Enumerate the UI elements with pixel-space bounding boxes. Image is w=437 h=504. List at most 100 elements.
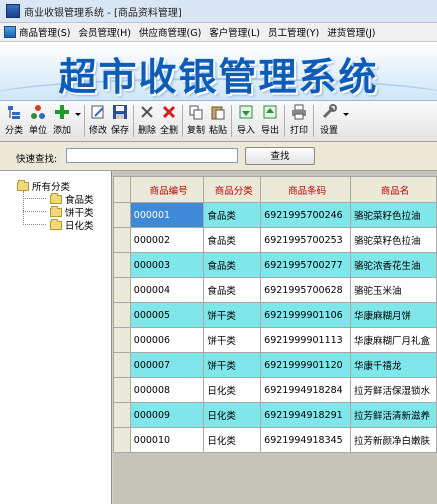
unit-button[interactable]: 单位 [26,101,50,138]
cell-code[interactable]: 000006 [129,327,205,353]
category-button[interactable]: 分类 [2,101,26,138]
table-row[interactable]: 000006 饼干类 6921999901113 华康麻糊厂月礼盒 [113,327,437,353]
cell-name[interactable]: 拉芳鲜活清新滋养 [350,402,437,428]
quick-search-input[interactable] [66,148,238,163]
cell-code[interactable]: 000010 [129,427,205,453]
tree-node-food[interactable]: 食品类 [50,192,94,206]
cell-barcode[interactable]: 6921999901120 [260,352,352,378]
tree-node-all[interactable]: 所有分类 [17,179,70,193]
cell-category[interactable]: 饼干类 [203,327,262,353]
cell-name[interactable]: 华康麻糊月饼 [350,302,437,328]
row-header[interactable] [113,327,131,353]
cell-category[interactable]: 日化类 [203,377,262,403]
tree-node-daily-chemical[interactable]: 日化类 [50,218,94,232]
table-row[interactable]: 000008 日化类 6921994918284 拉芳鲜活保湿锁水 [113,377,437,403]
export-button[interactable]: 导出 [258,101,282,138]
column-header-name[interactable]: 商品名 [350,176,437,203]
cell-name[interactable]: 骆驼菜籽色拉油 [350,202,437,228]
menu-member[interactable]: 会员管理(H) [74,25,135,39]
settings-dropdown-arrow[interactable] [342,101,350,138]
print-button[interactable]: 打印 [287,101,311,138]
cell-name[interactable]: 骆驼玉米油 [350,277,437,303]
table-row[interactable]: 000003 食品类 6921995700277 骆驼浓香花生油 [113,252,437,278]
menu-employee[interactable]: 员工管理(Y) [264,25,323,39]
row-header[interactable] [113,202,131,228]
cell-code[interactable]: 000009 [129,402,205,428]
add-dropdown-arrow[interactable] [74,101,82,138]
import-button[interactable]: 导入 [234,101,258,138]
edit-icon [90,104,106,120]
row-header[interactable] [113,352,131,378]
delete-button[interactable]: 删除 [136,101,158,138]
cell-barcode[interactable]: 6921994918284 [260,377,352,403]
cell-category[interactable]: 日化类 [203,402,262,428]
cell-name[interactable]: 骆驼菜籽色拉油 [350,227,437,253]
cell-category[interactable]: 饼干类 [203,302,262,328]
menu-purchase[interactable]: 进货管理(J) [323,25,379,39]
cell-name[interactable]: 拉芳新颜净白嫩肤 [350,427,437,453]
cell-barcode[interactable]: 6921994918291 [260,402,352,428]
table-row[interactable]: 000001 食品类 6921995700246 骆驼菜籽色拉油 [113,202,437,228]
row-header[interactable] [113,377,131,403]
table-row[interactable]: 000004 食品类 6921995700628 骆驼玉米油 [113,277,437,303]
toolbar: 分类 单位 添加 修改 保存 删除 全删 复制 粘贴 导入 导出 打印 设置 [0,101,437,142]
menu-goods[interactable]: 商品管理(S) [0,25,74,39]
goods-table: 商品编号 商品分类 商品条码 商品名 000001 食品类 692199570024… [113,176,437,453]
cell-code[interactable]: 000004 [129,277,205,303]
tree-node-biscuit[interactable]: 饼干类 [50,205,94,219]
cell-barcode[interactable]: 6921995700253 [260,227,352,253]
cell-code[interactable]: 000008 [129,377,205,403]
column-header-code[interactable]: 商品编号 [129,176,205,203]
delete-all-button[interactable]: 全删 [158,101,180,138]
cell-barcode[interactable]: 6921994918345 [260,427,352,453]
modify-button[interactable]: 修改 [87,101,109,138]
paste-icon [210,104,226,120]
import-icon [238,104,254,120]
cell-code[interactable]: 000003 [129,252,205,278]
cell-category[interactable]: 食品类 [203,277,262,303]
cell-name[interactable]: 拉芳鲜活保湿锁水 [350,377,437,403]
cell-code[interactable]: 000002 [129,227,205,253]
cell-barcode[interactable]: 6921995700628 [260,277,352,303]
cell-code[interactable]: 000007 [129,352,205,378]
cell-category[interactable]: 日化类 [203,427,262,453]
cell-name[interactable]: 华康千禧龙 [350,352,437,378]
paste-button[interactable]: 粘贴 [207,101,229,138]
row-header[interactable] [113,402,131,428]
row-header[interactable] [113,227,131,253]
cell-barcode[interactable]: 6921999901113 [260,327,352,353]
save-button[interactable]: 保存 [109,101,131,138]
tools-icon [321,104,337,120]
table-row[interactable]: 000010 日化类 6921994918345 拉芳新颜净白嫩肤 [113,427,437,453]
cell-category[interactable]: 食品类 [203,227,262,253]
search-button[interactable]: 查找 [245,147,315,165]
cell-category[interactable]: 食品类 [203,252,262,278]
cell-code[interactable]: 000001 [129,202,205,228]
row-header[interactable] [113,252,131,278]
column-header-category[interactable]: 商品分类 [203,176,262,203]
cell-name[interactable]: 骆驼浓香花生油 [350,252,437,278]
table-row[interactable]: 000002 食品类 6921995700253 骆驼菜籽色拉油 [113,227,437,253]
cell-barcode[interactable]: 6921995700277 [260,252,352,278]
column-header-barcode[interactable]: 商品条码 [260,176,352,203]
copy-icon [188,104,204,120]
table-row[interactable]: 000007 饼干类 6921999901120 华康千禧龙 [113,352,437,378]
table-row[interactable]: 000005 饼干类 6921999901106 华康麻糊月饼 [113,302,437,328]
cell-name[interactable]: 华康麻糊厂月礼盒 [350,327,437,353]
quick-search-bar: 快速查找: 查找 [0,142,437,171]
copy-button[interactable]: 复制 [185,101,207,138]
cell-category[interactable]: 食品类 [203,202,262,228]
cell-category[interactable]: 饼干类 [203,352,262,378]
cell-barcode[interactable]: 6921999901106 [260,302,352,328]
menu-supplier[interactable]: 供应商管理(G) [135,25,205,39]
banner-title: 超市收银管理系统 [58,55,379,99]
table-row[interactable]: 000009 日化类 6921994918291 拉芳鲜活清新滋养 [113,402,437,428]
row-header[interactable] [113,302,131,328]
cell-barcode[interactable]: 6921995700246 [260,202,352,228]
menu-customer[interactable]: 客户管理(L) [205,25,264,39]
window-title: 商业收银管理系统 - [商品资料管理] [24,7,182,19]
export-icon [262,104,278,120]
cell-code[interactable]: 000005 [129,302,205,328]
row-header[interactable] [113,277,131,303]
row-header[interactable] [113,427,131,453]
